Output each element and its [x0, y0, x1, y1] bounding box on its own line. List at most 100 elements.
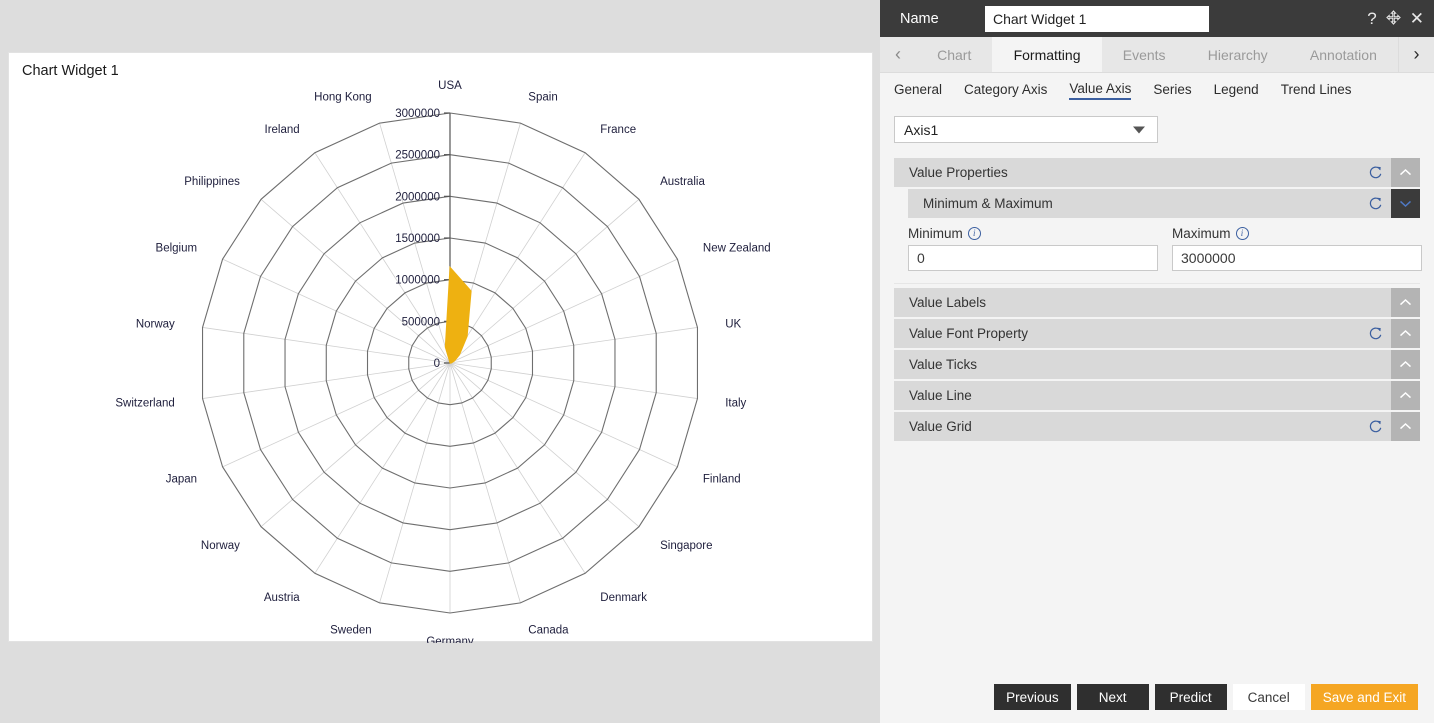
category-label: Austria [264, 592, 300, 604]
question-mark-icon[interactable]: ? [1367, 10, 1376, 27]
category-label: Hong Kong [314, 91, 372, 103]
category-label: New Zealand [703, 243, 771, 255]
maximum-input[interactable] [1172, 245, 1422, 271]
subtab-general[interactable]: General [894, 82, 942, 99]
accordion-title: Value Line [909, 388, 972, 403]
category-label: UK [725, 318, 741, 330]
value-axis-tick-label: 1000000 [395, 275, 440, 287]
main-tab-bar: ‹ Chart Formatting Events Hierarchy Anno… [880, 37, 1434, 73]
accordion-title: Minimum & Maximum [923, 196, 1053, 211]
accordion-value-ticks[interactable]: Value Ticks [894, 350, 1420, 379]
next-button[interactable]: Next [1076, 684, 1149, 710]
minimum-maximum-body: Minimum i Maximum i [894, 220, 1422, 284]
tabs-next-arrow[interactable]: › [1398, 37, 1434, 72]
previous-button[interactable]: Previous [994, 684, 1071, 710]
subtab-legend[interactable]: Legend [1214, 82, 1259, 99]
chart-widget-card[interactable]: Chart Widget 1 0 500000 1000000 1500000 2000… [8, 52, 874, 643]
accordion-actions [1359, 158, 1420, 187]
chevron-up-icon[interactable] [1391, 412, 1420, 441]
axis-select-row: Axis1 [880, 107, 1434, 143]
accordion-actions [1359, 381, 1420, 410]
category-label: Italy [725, 398, 746, 410]
subtab-value-axis[interactable]: Value Axis [1069, 81, 1132, 100]
refresh-icon-placeholder [1359, 381, 1391, 410]
tab-chart[interactable]: Chart [916, 37, 993, 72]
refresh-icon[interactable] [1359, 158, 1391, 187]
accordion-actions [1359, 412, 1420, 441]
accordion-actions [1359, 189, 1420, 218]
value-axis-accordion: Value Properties Minimum & Maximum Minim… [880, 158, 1434, 441]
tab-annotation[interactable]: Annotation [1288, 37, 1398, 72]
maximum-label: Maximum [1172, 226, 1231, 241]
refresh-icon-placeholder [1359, 288, 1391, 317]
tab-events[interactable]: Events [1101, 37, 1187, 72]
category-label: Germany [426, 636, 474, 643]
accordion-actions [1359, 319, 1420, 348]
tab-formatting[interactable]: Formatting [992, 37, 1102, 72]
chevron-up-icon[interactable] [1391, 319, 1420, 348]
chevron-down-icon[interactable] [1391, 189, 1420, 218]
close-icon[interactable]: ✕ [1410, 10, 1424, 27]
info-icon[interactable]: i [1235, 227, 1249, 240]
subtab-series[interactable]: Series [1153, 82, 1191, 99]
subtab-category-axis[interactable]: Category Axis [964, 82, 1047, 99]
widget-name-input[interactable] [985, 5, 1209, 32]
value-axis-tick-label: 500000 [402, 316, 440, 328]
chevron-up-icon[interactable] [1391, 350, 1420, 379]
accordion-title: Value Labels [909, 295, 987, 310]
category-label: Belgium [156, 243, 198, 255]
accordion-title: Value Ticks [909, 357, 978, 372]
value-axis-tick-label: 1500000 [395, 233, 440, 245]
radar-chart-svg: 0 500000 1000000 1500000 2000000 2500000 30000… [115, 80, 771, 643]
refresh-icon[interactable] [1359, 189, 1391, 218]
chevron-up-icon[interactable] [1391, 381, 1420, 410]
minimum-label: Minimum [908, 226, 963, 241]
accordion-value-labels[interactable]: Value Labels [894, 288, 1420, 317]
accordion-title: Value Font Property [909, 326, 1029, 341]
category-label: Norway [201, 540, 240, 552]
predict-button[interactable]: Predict [1154, 684, 1227, 710]
name-label: Name [900, 10, 939, 27]
category-label: Spain [528, 91, 557, 103]
accordion-value-properties[interactable]: Value Properties [894, 158, 1420, 187]
accordion-minimum-maximum[interactable]: Minimum & Maximum [908, 189, 1420, 218]
tab-hierarchy[interactable]: Hierarchy [1186, 37, 1289, 72]
minimum-input[interactable] [908, 245, 1158, 271]
refresh-icon-placeholder [1359, 350, 1391, 379]
category-label: Norway [136, 318, 175, 330]
category-label: Switzerland [115, 398, 174, 410]
move-icon[interactable] [1385, 9, 1401, 28]
minimum-label-row: Minimum i [908, 226, 1158, 241]
refresh-icon[interactable] [1359, 319, 1391, 348]
subtab-trend-lines[interactable]: Trend Lines [1281, 82, 1352, 99]
category-label: Ireland [265, 124, 300, 136]
value-axis-tick-label: 0 [434, 358, 440, 370]
category-label: USA [438, 80, 462, 92]
maximum-label-row: Maximum i [1172, 226, 1422, 241]
accordion-value-font-property[interactable]: Value Font Property [894, 319, 1420, 348]
axis-select-dropdown[interactable]: Axis1 [894, 116, 1158, 143]
info-icon[interactable]: i [967, 227, 981, 240]
refresh-icon[interactable] [1359, 412, 1391, 441]
application-window: Chart Widget 1 0 500000 1000000 1500000 2000… [0, 0, 1434, 723]
chevron-down-icon [1133, 126, 1145, 133]
series-area-0[interactable] [444, 265, 472, 364]
value-axis-tick-label: 2500000 [395, 150, 440, 162]
accordion-title: Value Properties [909, 165, 1008, 180]
accordion-title: Value Grid [909, 419, 972, 434]
accordion-value-grid[interactable]: Value Grid [894, 412, 1420, 441]
save-and-exit-button[interactable]: Save and Exit [1310, 684, 1418, 710]
accordion-value-line[interactable]: Value Line [894, 381, 1420, 410]
sub-tab-bar: General Category Axis Value Axis Series … [880, 73, 1434, 107]
chevron-up-icon[interactable] [1391, 288, 1420, 317]
tabs-prev-arrow[interactable]: ‹ [880, 37, 916, 72]
category-label: France [600, 124, 636, 136]
accordion-sections: Value Labels Value Font Property Value Tic… [894, 288, 1420, 441]
chart-canvas-area: Chart Widget 1 0 500000 1000000 1500000 2000… [0, 0, 880, 723]
cancel-button[interactable]: Cancel [1232, 684, 1305, 710]
value-axis-tick-label: 3000000 [395, 108, 440, 120]
window-controls: ? ✕ [1367, 0, 1424, 37]
chevron-up-icon[interactable] [1391, 158, 1420, 187]
category-label: Sweden [330, 625, 372, 637]
radar-chart[interactable]: 0 500000 1000000 1500000 2000000 2500000 30000… [9, 53, 874, 643]
